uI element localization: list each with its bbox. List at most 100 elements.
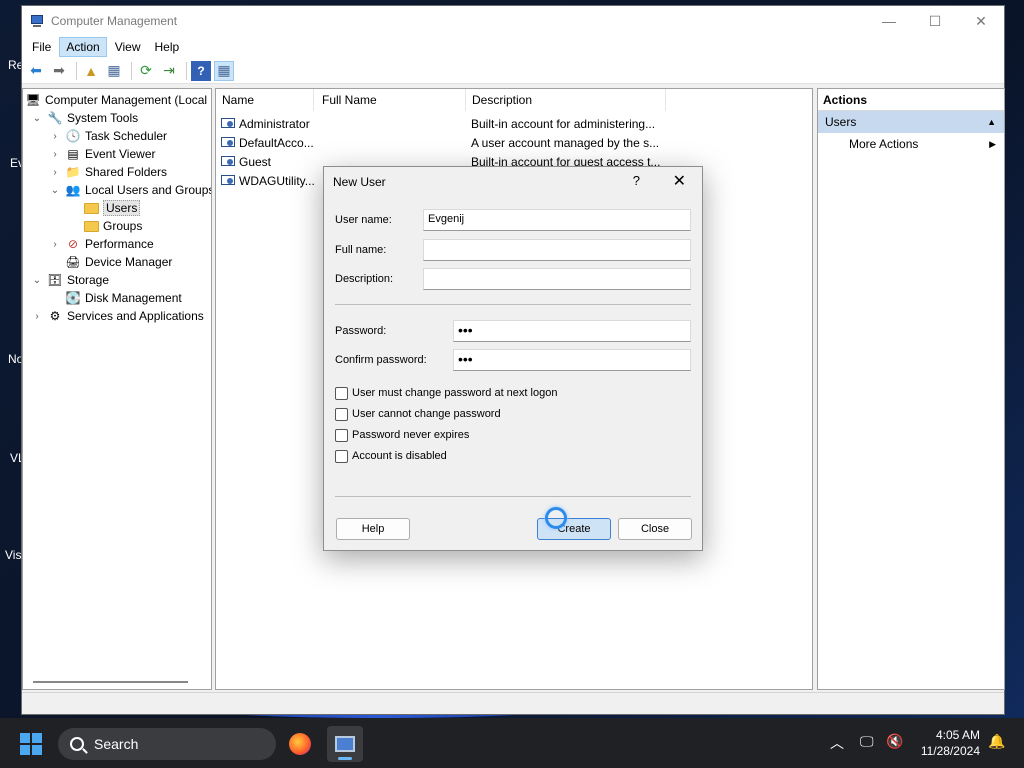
description-field[interactable] <box>423 268 691 290</box>
divider <box>335 496 691 497</box>
maximize-button[interactable]: ☐ <box>912 6 958 36</box>
column-header-full-name[interactable]: Full Name <box>316 89 466 111</box>
actions-section-users[interactable]: Users ▲ <box>818 111 1004 133</box>
chevron-right-icon[interactable]: › <box>49 239 61 250</box>
toolbar-separator <box>131 61 132 80</box>
checkbox-account-disabled[interactable]: Account is disabled <box>335 448 447 464</box>
checkbox-password-never-expires[interactable]: Password never expires <box>335 427 469 443</box>
checkbox[interactable] <box>335 449 348 463</box>
storage-icon: 🗄 <box>47 273 63 287</box>
menu-bar: File Action View Help <box>22 36 1004 58</box>
menu-file[interactable]: File <box>26 38 57 56</box>
search-icon <box>70 737 84 751</box>
confirm-password-field[interactable]: ••• <box>453 349 691 371</box>
column-header-description[interactable]: Description <box>466 89 666 111</box>
busy-cursor-icon <box>545 507 567 529</box>
close-dialog-button[interactable]: Close <box>618 518 692 540</box>
desktop-icon-label[interactable]: Vis <box>5 548 21 562</box>
password-field[interactable]: ••• <box>453 320 691 342</box>
dialog-close-icon[interactable]: ✕ <box>673 171 686 191</box>
services-icon: ⚙ <box>49 309 61 323</box>
tree-item-users[interactable]: Users <box>83 199 141 217</box>
back-arrow-icon[interactable]: ⬅ <box>26 61 46 81</box>
table-row[interactable]: Administrator Built-in account for admin… <box>216 114 655 133</box>
tree-item-root[interactable]: 🖥 Computer Management (Local <box>25 91 207 109</box>
chevron-down-icon[interactable]: ⌄ <box>31 113 43 124</box>
network-icon[interactable]: 🖵 <box>860 733 874 750</box>
tree-item-groups[interactable]: Groups <box>83 217 142 235</box>
tree-item-shared-folders[interactable]: › 📁 Shared Folders <box>49 163 167 181</box>
fullname-label: Full name: <box>335 244 387 256</box>
username-field[interactable]: Evgenij <box>423 209 691 231</box>
up-folder-icon[interactable]: ▲ <box>81 61 101 81</box>
tree-item-event-viewer[interactable]: › ▤ Event Viewer <box>49 145 155 163</box>
system-clock[interactable]: 4:05 AM 11/28/2024 <box>921 727 980 759</box>
show-hide-tree-icon[interactable]: ▦ <box>104 61 124 81</box>
taskbar-search[interactable]: Search <box>58 728 276 760</box>
more-actions-item[interactable]: More Actions ▶ <box>818 133 1004 155</box>
checkbox[interactable] <box>335 428 348 442</box>
new-user-dialog: New User ? ✕ User name: Evgenij Full nam… <box>323 166 703 551</box>
close-button[interactable]: ✕ <box>958 6 1004 36</box>
tools-icon: 🔧 <box>47 111 63 125</box>
chevron-down-icon[interactable]: ⌄ <box>31 275 43 286</box>
checkbox[interactable] <box>335 386 348 400</box>
tree-item-device-manager[interactable]: 🖨 Device Manager <box>65 253 172 271</box>
confirm-password-label: Confirm password: <box>335 354 427 366</box>
forward-arrow-icon[interactable]: ➡ <box>49 61 69 81</box>
user-icon <box>221 173 236 188</box>
computer-management-icon <box>335 736 355 752</box>
checkbox[interactable] <box>335 407 348 421</box>
speaker-muted-icon[interactable]: 🔇 <box>886 733 903 750</box>
windows-start-icon[interactable] <box>20 733 42 755</box>
help-icon[interactable]: ? <box>191 60 211 81</box>
performance-icon: ⊘ <box>67 237 79 251</box>
folder-icon <box>83 218 99 234</box>
status-bar <box>22 692 1004 714</box>
dialog-title-bar[interactable]: New User ? ✕ <box>324 167 702 197</box>
tree-item-local-users-groups[interactable]: ⌄ 👥 Local Users and Groups <box>49 181 211 199</box>
tree-item-disk-management[interactable]: 💽 Disk Management <box>65 289 182 307</box>
computer-management-taskbar-button[interactable] <box>327 726 363 762</box>
tree-item-task-scheduler[interactable]: › 🕓 Task Scheduler <box>49 127 167 145</box>
menu-action[interactable]: Action <box>59 37 107 57</box>
show-hide-action-pane-icon[interactable]: ▦ <box>214 60 234 81</box>
help-question-icon[interactable]: ? <box>633 173 640 188</box>
export-list-icon[interactable]: ⇥ <box>159 61 179 81</box>
chevron-right-icon[interactable]: › <box>49 131 61 142</box>
actions-pane: Actions Users ▲ More Actions ▶ <box>817 88 1005 690</box>
caret-up-icon[interactable]: ▲ <box>987 117 996 127</box>
chevron-down-icon[interactable]: ⌄ <box>49 185 61 196</box>
password-label: Password: <box>335 325 387 337</box>
fullname-field[interactable] <box>423 239 691 261</box>
horizontal-scrollbar[interactable] <box>33 681 188 683</box>
chevron-right-icon[interactable]: › <box>49 167 61 178</box>
dialog-title: New User <box>333 175 386 189</box>
refresh-icon[interactable]: ⟳ <box>136 61 156 81</box>
toolbar-separator <box>76 61 77 80</box>
divider <box>335 304 691 305</box>
firefox-taskbar-button[interactable] <box>282 726 318 762</box>
computer-management-icon: 🖥 <box>25 93 41 107</box>
tree-item-storage[interactable]: ⌄ 🗄 Storage <box>31 271 109 289</box>
user-icon <box>221 154 236 169</box>
chevron-right-icon[interactable]: › <box>49 149 61 160</box>
checkbox-cannot-change-password[interactable]: User cannot change password <box>335 406 501 422</box>
title-bar[interactable]: Computer Management — ☐ ✕ <box>22 6 1004 36</box>
column-header-name[interactable]: Name <box>216 89 314 111</box>
minimize-button[interactable]: — <box>866 6 912 36</box>
running-indicator <box>338 757 352 760</box>
checkbox-must-change-password[interactable]: User must change password at next logon <box>335 385 557 401</box>
notification-bell-icon[interactable]: 🔔 <box>988 733 1005 750</box>
menu-view[interactable]: View <box>109 38 147 56</box>
menu-help[interactable]: Help <box>149 38 186 56</box>
table-row[interactable]: DefaultAcco... A user account managed by… <box>216 133 659 152</box>
tree-item-services-applications[interactable]: › ⚙ Services and Applications <box>31 307 203 325</box>
device-manager-icon: 🖨 <box>65 255 81 269</box>
tree-item-performance[interactable]: › ⊘ Performance <box>49 235 153 253</box>
chevron-right-icon[interactable]: › <box>31 311 43 322</box>
help-button[interactable]: Help <box>336 518 410 540</box>
chevron-up-icon[interactable]: ︿ <box>830 733 844 753</box>
tree-item-system-tools[interactable]: ⌄ 🔧 System Tools <box>31 109 138 127</box>
folder-icon <box>83 200 99 216</box>
